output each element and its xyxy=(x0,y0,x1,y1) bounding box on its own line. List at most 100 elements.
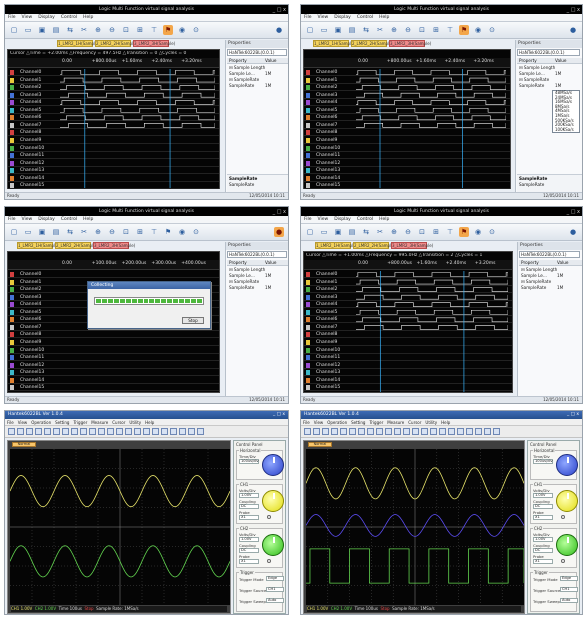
trigger-icon[interactable]: ⚑ xyxy=(163,227,173,237)
property-row[interactable]: SampleRate 1M xyxy=(517,83,582,89)
waveform-view[interactable]: 0.00 +800.00us +1.60ms +2.40ms +3.20ms Channe… xyxy=(303,49,511,190)
menu-item[interactable]: Help xyxy=(143,419,156,426)
zoom-fit-icon[interactable]: ⊡ xyxy=(417,227,427,237)
samplerate-dropdown[interactable]: 48MSa/s 24MSa/s 16MSa/s 8MSa/s 4MSa/s 1MSa/s 5… xyxy=(552,90,580,133)
tab-document[interactable]: 3_LMR2_3H(Sample) xyxy=(133,40,175,47)
menu-item[interactable]: Help xyxy=(80,14,96,22)
ch2-coupling-select[interactable]: DC xyxy=(533,548,553,553)
tab-document[interactable]: 1_LMR2_1H(Sample) xyxy=(17,242,59,249)
toolbar-button-icon[interactable] xyxy=(98,428,105,435)
menu-item[interactable]: Setting xyxy=(349,419,367,426)
cursor-icon[interactable]: ⊤ xyxy=(445,227,455,237)
toolbar-button-icon[interactable] xyxy=(26,428,33,435)
tab-document[interactable]: 2_LMR2_2H(Sample) xyxy=(351,40,393,47)
toolbar-button-icon[interactable] xyxy=(457,428,464,435)
ch1-knob[interactable] xyxy=(262,490,284,512)
open-icon[interactable]: ▭ xyxy=(319,227,329,237)
toolbar-button-icon[interactable] xyxy=(358,428,365,435)
new-icon[interactable]: ▢ xyxy=(305,227,315,237)
zoom-out-icon[interactable]: ⊖ xyxy=(403,227,413,237)
capture-icon[interactable]: ⊙ xyxy=(191,25,201,35)
marker-icon[interactable]: ◉ xyxy=(473,227,483,237)
zoom-in-icon[interactable]: ⊕ xyxy=(93,25,103,35)
toolbar-button-icon[interactable] xyxy=(143,428,150,435)
menu-item[interactable]: Cursor xyxy=(406,419,423,426)
menu-item[interactable]: File xyxy=(5,216,19,224)
tab-document[interactable]: 1_LMR2_1H(Sample) xyxy=(57,40,99,47)
toolbar-button-icon[interactable] xyxy=(107,428,114,435)
ch1-volts-select[interactable]: 1.00V xyxy=(239,493,259,498)
zoom-out-icon[interactable]: ⊖ xyxy=(403,25,413,35)
ch1-coupling-select[interactable]: DC xyxy=(239,504,259,509)
menu-item[interactable]: Control xyxy=(58,216,80,224)
trigger-sweep-select[interactable]: Auto xyxy=(560,598,578,603)
new-icon[interactable]: ▢ xyxy=(305,25,315,35)
ch2-volts-select[interactable]: 1.00V xyxy=(239,537,259,542)
toolbar-button-icon[interactable] xyxy=(17,428,24,435)
zoom-all-icon[interactable]: ⊞ xyxy=(431,25,441,35)
window-controls[interactable]: _ □ x xyxy=(273,411,285,419)
menu-item[interactable]: Setting xyxy=(53,419,71,426)
toolbar-button-icon[interactable] xyxy=(475,428,482,435)
cursor-icon[interactable]: ⊤ xyxy=(149,25,159,35)
menu-item[interactable]: Help xyxy=(80,216,96,224)
capture-icon[interactable]: ⊙ xyxy=(487,227,497,237)
toolbar-button-icon[interactable] xyxy=(125,428,132,435)
ch1-probe-select[interactable]: X1 xyxy=(533,515,553,520)
toolbar-button-icon[interactable] xyxy=(170,428,177,435)
waveform-view[interactable]: Cursor △Time = +1.00ms △Frequency = 995.… xyxy=(303,251,513,393)
menu-item[interactable]: View xyxy=(312,419,326,426)
menu-item[interactable]: Utility xyxy=(127,419,143,426)
ch2-volts-select[interactable]: 1.00V xyxy=(533,537,553,542)
ch2-probe-select[interactable]: X1 xyxy=(239,559,259,564)
toolbar-button-icon[interactable] xyxy=(394,428,401,435)
menu-item[interactable]: Operation xyxy=(325,419,349,426)
menu-item[interactable]: Display xyxy=(35,14,58,22)
device-select[interactable]: HaNTek6022BL(0.0.1) xyxy=(519,251,580,258)
menu-item[interactable]: Utility xyxy=(423,419,439,426)
open-icon[interactable]: ▭ xyxy=(23,25,33,35)
toolbar-button-icon[interactable] xyxy=(466,428,473,435)
zoom-in-icon[interactable]: ⊕ xyxy=(93,227,103,237)
save-icon[interactable]: ▣ xyxy=(333,25,343,35)
zoom-out-icon[interactable]: ⊖ xyxy=(107,227,117,237)
ch2-enable-radio[interactable] xyxy=(561,559,565,563)
menu-item[interactable]: Help xyxy=(376,14,392,22)
zoom-fit-icon[interactable]: ⊡ xyxy=(121,25,131,35)
tab-document[interactable]: 3_LMR2_3H(Sample) xyxy=(391,242,433,249)
ch1-enable-radio[interactable] xyxy=(267,515,271,519)
ch1-coupling-select[interactable]: DC xyxy=(533,504,553,509)
menu-item[interactable]: File xyxy=(5,419,16,426)
tab-document[interactable]: 2_LMR2_2H(Sample) xyxy=(353,242,395,249)
capture-icon[interactable]: ⊙ xyxy=(191,227,201,237)
menu-item[interactable]: View xyxy=(19,216,36,224)
toolbar-button-icon[interactable] xyxy=(71,428,78,435)
toolbar-button-icon[interactable] xyxy=(35,428,42,435)
menu-item[interactable]: Measure xyxy=(89,419,110,426)
menu-item[interactable]: Control xyxy=(354,14,376,22)
device-select[interactable]: HaNTek6022BL(0.0.1) xyxy=(227,251,287,258)
menu-item[interactable]: File xyxy=(301,14,315,22)
toolbar-button-icon[interactable] xyxy=(152,428,159,435)
run-icon[interactable]: ● xyxy=(568,25,578,35)
tab-normal[interactable]: Normal xyxy=(308,442,332,447)
menu-item[interactable]: Display xyxy=(35,216,58,224)
connect-icon[interactable]: ⇆ xyxy=(361,227,371,237)
toolbar-button-icon[interactable] xyxy=(134,428,141,435)
tab-normal[interactable]: Normal xyxy=(12,442,36,447)
menu-item[interactable]: View xyxy=(16,419,30,426)
zoom-all-icon[interactable]: ⊞ xyxy=(431,227,441,237)
scope-display[interactable]: Normal CH1 1.00V CH2 1.00V Time 100us St… xyxy=(303,440,525,614)
tab-document[interactable]: 1_LMR2_1H(Sample) xyxy=(315,242,357,249)
ch2-probe-select[interactable]: X1 xyxy=(533,559,553,564)
toolbar-button-icon[interactable] xyxy=(188,428,195,435)
menu-item[interactable]: Cursor xyxy=(110,419,127,426)
menu-item[interactable]: Help xyxy=(376,216,392,224)
toolbar-button-icon[interactable] xyxy=(376,428,383,435)
time-div-select[interactable]: 100us/div xyxy=(239,459,259,464)
window-controls[interactable]: _ □ x xyxy=(567,411,579,419)
save-icon[interactable]: ▣ xyxy=(333,227,343,237)
open-icon[interactable]: ▭ xyxy=(319,25,329,35)
ch1-knob[interactable] xyxy=(556,490,578,512)
trigger-mode-select[interactable]: Edge xyxy=(266,576,284,581)
